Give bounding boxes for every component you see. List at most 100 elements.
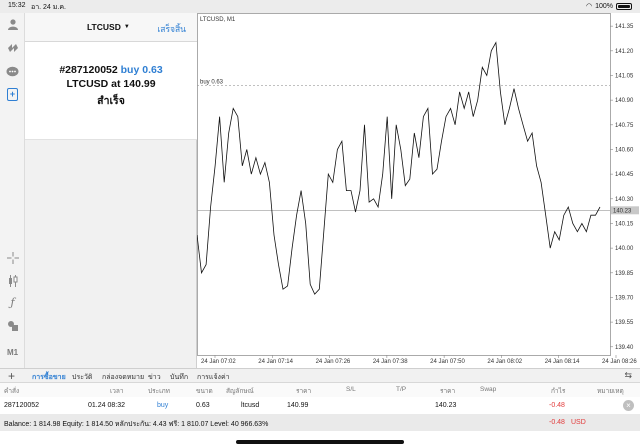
table-row[interactable]: 287120052 01.24 08:32 buy 0.63 ltcusd 14…	[0, 397, 640, 415]
y-tick-label: 140.45	[615, 172, 634, 178]
tab-history[interactable]: ประวัติ	[72, 372, 92, 383]
new-order-icon[interactable]: +	[4, 86, 21, 103]
y-axis: 141.35 141.20 141.05 140.90 140.75 140.60 140.…	[610, 24, 634, 351]
y-tick-label: 140.90	[615, 98, 634, 104]
y-tick-label: 141.35	[615, 24, 634, 30]
y-tick-label: 139.70	[615, 295, 634, 301]
y-tick-label: 141.05	[615, 73, 634, 79]
order-result: #287120052 buy 0.63 LTCUSD at 140.99 สำเ…	[25, 42, 197, 140]
plus-icon: +	[7, 88, 18, 101]
result-status: สำเร็จ	[97, 95, 125, 107]
result-symbol-at: LTCUSD at	[66, 78, 121, 90]
row-price: 140.23	[435, 402, 457, 409]
tab-journal[interactable]: บันทึก	[170, 372, 188, 383]
y-tick-label: 140.75	[615, 123, 634, 129]
row-size: 0.63	[196, 402, 210, 409]
col-size: ขนาด	[196, 388, 213, 395]
tab-news[interactable]: ข่าว	[148, 372, 161, 383]
x-tick-label: 24 Jan 07:02	[201, 359, 236, 365]
total-profit: -0.48	[549, 419, 565, 426]
col-comment: หมายเหตุ	[597, 388, 624, 395]
tab-alerts[interactable]: การแจ้งค่า	[197, 372, 230, 383]
settings-icon[interactable]: ⇆	[624, 370, 632, 381]
row-ticket: 287120052	[4, 402, 40, 409]
row-open-price: 140.99	[287, 402, 309, 409]
y-tick-label: 140.15	[615, 221, 634, 227]
y-tick-label: 139.85	[615, 271, 634, 277]
left-toolbar: + ƒ M1	[0, 13, 25, 368]
result-price: 140.99	[123, 78, 156, 90]
order-panel-header: LTCUSD ▼ เสร็จสิ้น	[25, 13, 197, 42]
col-price: ราคา	[440, 388, 456, 395]
current-price-text: 140.23	[613, 208, 632, 214]
objects-icon[interactable]	[4, 317, 21, 334]
toolbox-tabs: + การซื้อขาย ประวัติ กล่องจดหมาย ข่าว บั…	[0, 368, 640, 386]
order-panel: LTCUSD ▼ เสร็จสิ้น #287120052 buy 0.63 L…	[25, 13, 197, 368]
total-profit-currency: USD	[571, 419, 586, 426]
add-icon[interactable]: +	[8, 369, 15, 383]
x-tick-label: 24 Jan 07:50	[430, 359, 465, 365]
wifi-icon: ◠	[585, 3, 593, 10]
row-time: 01.24 08:32	[88, 402, 125, 409]
balance-text: Balance: 1 814.98 Equity: 1 814.50 หลักป…	[4, 421, 269, 428]
result-action: buy 0.63	[120, 64, 163, 76]
y-tick-label: 141.20	[615, 49, 634, 55]
y-tick-label: 140.30	[615, 197, 634, 203]
symbol-name: LTCUSD	[87, 22, 121, 32]
y-tick-label: 140.60	[615, 147, 634, 153]
account-icon[interactable]	[4, 15, 21, 32]
y-tick-label: 139.40	[615, 345, 634, 351]
trade-table-header: คำสั่ง เวลา ประเภท ขนาด สัญลักษณ์ ราคา S…	[0, 383, 640, 397]
trade-arrows-icon[interactable]	[4, 39, 21, 56]
price-series-line	[197, 41, 601, 295]
balance-bar: Balance: 1 814.98 Equity: 1 814.50 หลักป…	[0, 415, 640, 431]
chart-frame	[197, 13, 611, 356]
tab-mailbox[interactable]: กล่องจดหมาย	[102, 372, 144, 383]
chart-title: LTCUSD, M1	[200, 17, 236, 23]
order-level-label: buy 0.63	[200, 79, 224, 85]
timeframe-button[interactable]: M1	[4, 344, 21, 361]
status-date: อา. 24 ม.ค.	[31, 4, 66, 11]
col-order: คำสั่ง	[4, 388, 20, 395]
row-type: buy	[157, 402, 169, 409]
col-profit: กำไร	[551, 388, 566, 395]
col-swap: Swap	[480, 386, 497, 393]
price-chart-svg[interactable]: LTCUSD, M1 141.35 141.20 141.05 140.90 140.7…	[197, 13, 640, 368]
row-symbol: ltcusd	[241, 402, 260, 409]
home-indicator[interactable]	[236, 440, 404, 444]
x-tick-label: 24 Jan 07:38	[373, 359, 408, 365]
y-tick-label: 140.00	[615, 246, 634, 252]
col-type: ประเภท	[148, 388, 170, 395]
status-right: ◠ 100%	[586, 2, 632, 10]
col-time: เวลา	[110, 388, 124, 395]
result-ticket: #287120052	[59, 64, 118, 76]
close-position-icon[interactable]: ×	[623, 400, 634, 411]
col-open-price: ราคา	[296, 388, 312, 395]
symbol-selector[interactable]: LTCUSD ▼	[87, 22, 130, 32]
x-tick-label: 24 Jan 07:14	[258, 359, 293, 365]
status-time: 15:32	[8, 2, 26, 9]
y-tick-label: 139.55	[615, 320, 634, 326]
x-axis: 24 Jan 07:02 24 Jan 07:14 24 Jan 07:26 24 J…	[201, 355, 637, 365]
price-chart[interactable]: LTCUSD, M1 141.35 141.20 141.05 140.90 140.7…	[197, 13, 640, 368]
status-bar: 15:32 อา. 24 ม.ค. ◠ 100%	[0, 0, 640, 13]
tab-trade[interactable]: การซื้อขาย	[32, 372, 66, 386]
battery-level: 100%	[595, 2, 613, 10]
row-profit: -0.48	[549, 402, 565, 409]
col-symbol: สัญลักษณ์	[226, 388, 254, 395]
col-tp: T/P	[396, 386, 407, 393]
x-tick-label: 24 Jan 08:02	[487, 359, 522, 365]
battery-icon	[616, 2, 632, 10]
result-price-line: LTCUSD at 140.99	[25, 78, 197, 90]
caret-down-icon: ▼	[123, 24, 130, 30]
x-tick-label: 24 Jan 08:26	[602, 359, 637, 365]
col-sl: S/L	[346, 386, 356, 393]
x-tick-label: 24 Jan 08:14	[545, 359, 580, 365]
crosshair-icon[interactable]	[4, 249, 21, 266]
x-tick-label: 24 Jan 07:26	[316, 359, 351, 365]
chat-icon[interactable]	[4, 63, 21, 80]
function-icon[interactable]: ƒ	[4, 294, 21, 311]
candles-icon[interactable]	[4, 272, 21, 289]
result-ticket-line: #287120052 buy 0.63	[25, 64, 197, 76]
done-button[interactable]: เสร็จสิ้น	[157, 22, 186, 36]
